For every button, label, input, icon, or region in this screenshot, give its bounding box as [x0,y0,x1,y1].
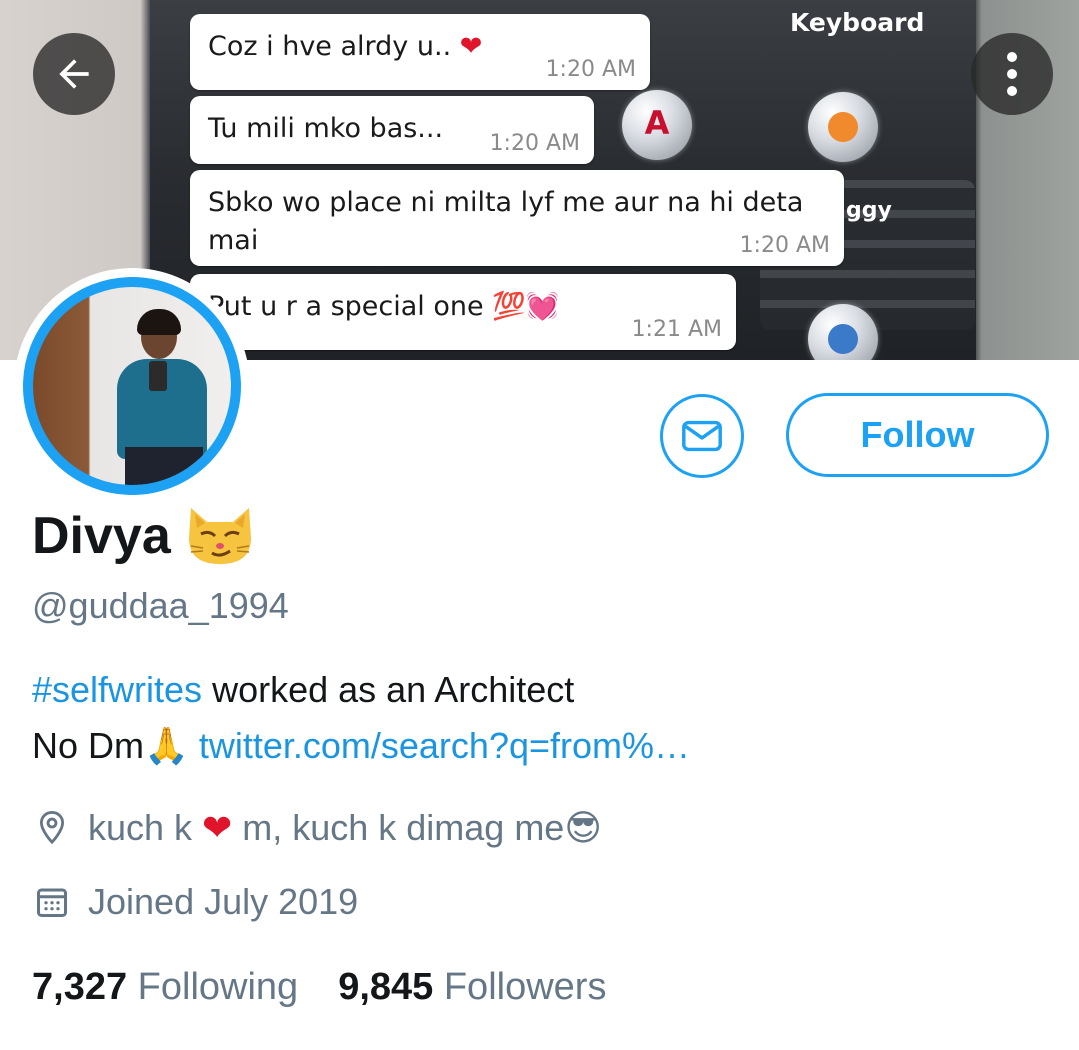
bio-text: No Dm [32,725,145,766]
display-name-text: Divya [32,507,171,565]
followers-link[interactable]: 9,845 Followers [338,966,606,1008]
location-text: kuch k [88,807,203,848]
banner-app-icon: A [622,90,692,160]
more-options-button[interactable] [971,33,1053,115]
follow-button[interactable]: Follow [786,393,1049,477]
join-date: Joined July 2019 [32,878,358,926]
follow-stats: 7,327 Following 9,845 Followers [32,962,606,1012]
message-button[interactable] [660,394,744,478]
banner-app-label: ggy [846,198,892,223]
following-link[interactable]: 7,327 Following [32,966,298,1008]
banner-app-icon [808,92,878,162]
chat-time: 1:20 AM [489,131,580,156]
chat-bubble: Coz i hve alrdy u.. ❤ 1:20 AM [190,14,650,90]
hundred-heart-emoji: 💯💓 [492,291,560,322]
calendar-icon [32,882,72,922]
following-label: Following [137,966,299,1008]
bio: #selfwrites worked as an Architect No Dm… [32,662,690,774]
user-handle: @guddaa_1994 [32,585,289,626]
heart-emoji: ❤ [459,31,483,62]
chat-time: 1:21 AM [631,317,722,342]
chat-message: Sbko wo place ni milta lyf me aur na hi … [208,187,804,256]
location: kuch k ❤ m, kuch k dimag me 😎 [32,804,602,852]
profile-avatar[interactable] [14,268,250,504]
chat-message: Coz i hve alrdy u.. [208,31,460,62]
location-pin-icon [32,808,72,848]
smirking-cat-emoji-icon [188,508,251,565]
hashtag-link[interactable]: #selfwrites [32,669,202,710]
chat-bubble: Put u r a special one 💯💓 1:21 AM [190,274,736,350]
chat-bubble: Tu mili mko bas... 1:20 AM [190,96,594,164]
display-name: Divya [32,504,255,570]
chat-time: 1:20 AM [739,233,830,258]
envelope-icon [682,420,722,452]
chat-message: Put u r a special one [208,291,493,322]
bio-url-link[interactable]: twitter.com/search?q=from%… [189,725,690,766]
joined-text: Joined July 2019 [88,881,359,922]
avatar-photo [23,277,241,495]
more-vertical-icon [1007,52,1017,96]
followers-label: Followers [443,966,607,1008]
following-count: 7,327 [32,966,128,1008]
banner-keyboard-label: Keyboard [790,8,925,37]
red-heart-emoji: ❤ [202,807,233,848]
chat-bubble: Sbko wo place ni milta lyf me aur na hi … [190,170,844,266]
bio-text: worked as an Architect [202,669,575,710]
location-text: m, kuch k dimag me [232,807,565,848]
followers-count: 9,845 [338,966,434,1008]
back-button[interactable] [33,33,115,115]
chat-message: Tu mili mko bas... [208,113,444,144]
sunglasses-emoji: 😎 [564,807,602,848]
folded-hands-emoji: 🙏 [144,725,189,766]
chat-time: 1:20 AM [545,57,636,82]
arrow-left-icon [59,59,89,89]
